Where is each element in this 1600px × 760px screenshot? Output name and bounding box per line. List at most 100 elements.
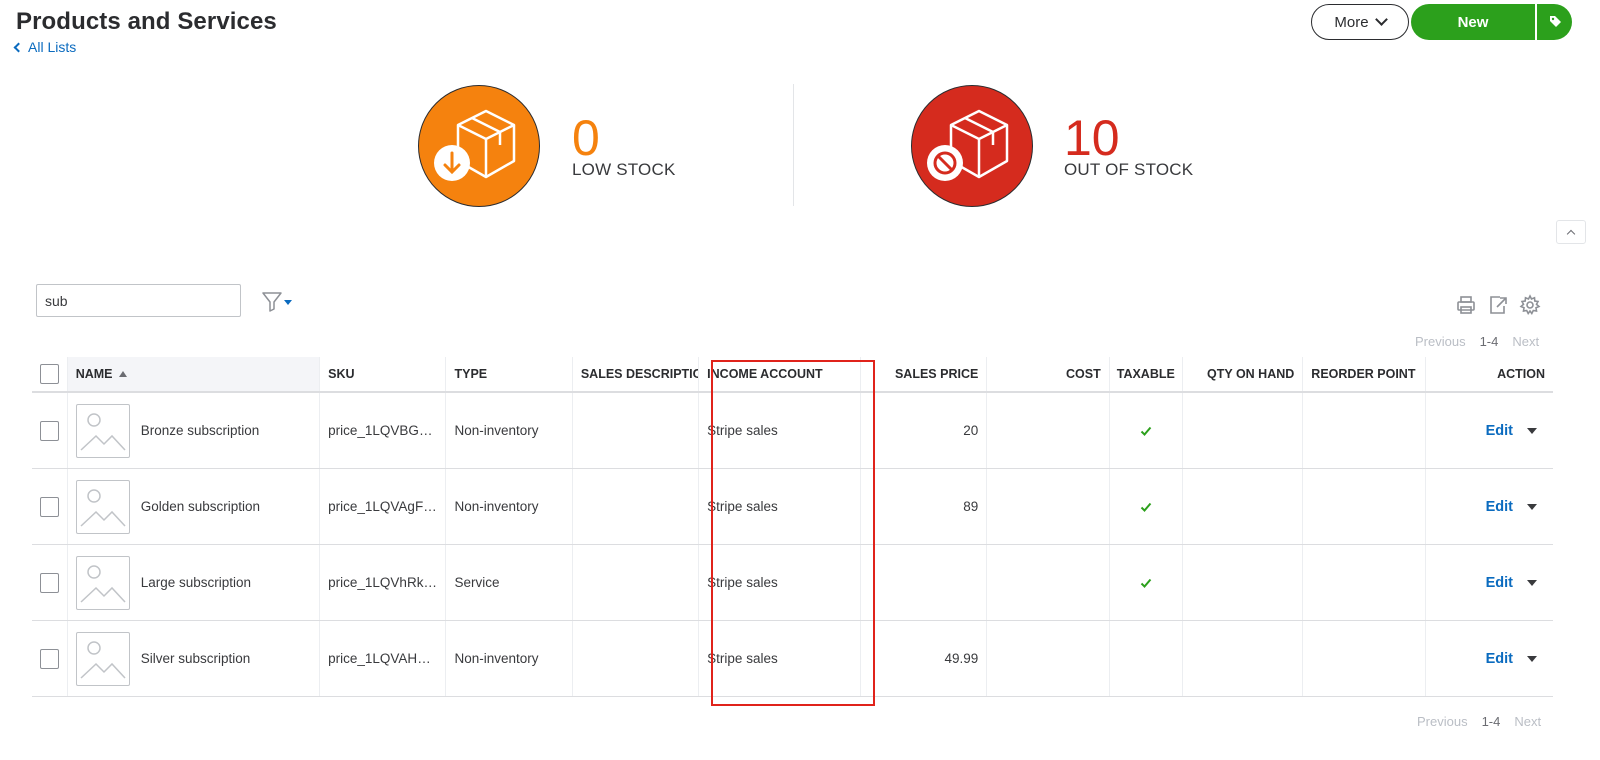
product-type: Non-inventory [446, 621, 573, 696]
tag-icon [1549, 16, 1561, 27]
table-row: Bronze subscription price_1LQVBGF… Non-inv… [32, 393, 1553, 469]
sort-ascending-icon [118, 371, 127, 377]
page-title: Products and Services [16, 8, 277, 35]
header-sales-description[interactable]: SALES DESCRIPTION [573, 357, 700, 391]
row-taxable-cell [1110, 469, 1183, 544]
more-button[interactable]: More [1311, 4, 1409, 40]
image-placeholder-icon[interactable] [75, 555, 130, 610]
edit-link[interactable]: Edit [1486, 499, 1513, 515]
table-row: Large subscription price_1LQVhRk… Service S… [32, 545, 1553, 621]
row-sku-cell: price_1LQVAgF… [320, 469, 447, 544]
new-button[interactable]: New [1411, 4, 1535, 40]
low-stock-circle[interactable] [418, 85, 540, 207]
product-sku: price_1LQVBGF… [328, 423, 438, 438]
top-pager-next[interactable]: Next [1512, 334, 1539, 349]
product-sku: price_1LQVAgF… [328, 499, 437, 514]
row-sku-cell: price_1LQVBGF… [320, 393, 447, 468]
row-action-cell: Edit [1426, 621, 1553, 696]
product-qty-on-hand [1183, 545, 1304, 620]
low-stock-label: LOW STOCK [572, 160, 676, 179]
caret-down-icon[interactable] [1527, 503, 1538, 510]
image-placeholder-icon[interactable] [75, 479, 130, 534]
product-name: Golden subscription [140, 499, 261, 514]
row-action-cell: Edit [1426, 545, 1553, 620]
gear-icon[interactable] [1519, 294, 1541, 316]
product-qty-on-hand [1183, 621, 1304, 696]
row-checkbox[interactable] [40, 648, 59, 669]
header-sku[interactable]: SKU [320, 357, 447, 391]
table-header: NAME SKU TYPE SALES DESCRIPTION INCOME A… [32, 357, 1553, 393]
new-split-button[interactable] [1535, 4, 1572, 40]
header-cost[interactable]: COST [987, 357, 1110, 391]
header-action: ACTION [1497, 367, 1546, 381]
edit-link[interactable]: Edit [1486, 651, 1513, 667]
top-pager-previous[interactable]: Previous [1415, 334, 1466, 349]
product-cost [987, 621, 1110, 696]
header-sales-price[interactable]: SALES PRICE [861, 357, 988, 391]
header-taxable[interactable]: TAXABLE [1110, 357, 1183, 391]
out-of-stock-circle[interactable] [911, 85, 1033, 207]
row-sku-cell: price_1LQVhRk… [320, 545, 447, 620]
select-all-checkbox[interactable] [40, 364, 59, 384]
chevron-down-icon [1374, 13, 1388, 26]
row-taxable-cell [1110, 545, 1183, 620]
product-sales-description [573, 545, 700, 620]
collapse-stats-button[interactable] [1556, 220, 1586, 244]
row-name-cell: Large subscription [68, 545, 321, 620]
product-reorder-point [1303, 393, 1426, 468]
search-input[interactable] [36, 284, 241, 317]
row-name-cell: Golden subscription [68, 469, 321, 544]
top-pager-range: 1-4 [1479, 334, 1499, 349]
product-name: Silver subscription [140, 651, 251, 666]
header-type[interactable]: TYPE [446, 357, 573, 391]
row-sku-cell: price_1LQVAHF… [320, 621, 447, 696]
row-checkbox[interactable] [40, 496, 59, 517]
filter-button[interactable] [261, 288, 297, 314]
header-qty-on-hand[interactable]: QTY ON HAND [1183, 357, 1304, 391]
top-pager: Previous 1-4 Next [1415, 334, 1539, 349]
row-checkbox[interactable] [40, 420, 59, 441]
check-icon [1140, 426, 1152, 436]
row-checkbox[interactable] [40, 572, 59, 593]
product-income-account: Stripe sales [699, 545, 861, 620]
product-qty-on-hand [1183, 393, 1304, 468]
box-download-icon [434, 109, 516, 181]
row-taxable-cell [1110, 393, 1183, 468]
caret-down-icon[interactable] [1527, 655, 1538, 662]
product-sales-price: 20 [861, 393, 988, 468]
bottom-pager-next[interactable]: Next [1514, 714, 1541, 729]
product-sales-description [573, 393, 700, 468]
product-reorder-point [1303, 621, 1426, 696]
caret-down-icon[interactable] [1527, 579, 1538, 586]
image-placeholder-icon[interactable] [75, 403, 130, 458]
edit-link[interactable]: Edit [1486, 575, 1513, 591]
caret-down-icon[interactable] [1527, 427, 1538, 434]
product-sales-description [573, 621, 700, 696]
bottom-pager-previous[interactable]: Previous [1417, 714, 1468, 729]
image-placeholder-icon[interactable] [75, 631, 130, 686]
edit-link[interactable]: Edit [1486, 423, 1513, 439]
print-icon[interactable] [1455, 294, 1477, 316]
row-select-cell [32, 469, 68, 544]
product-income-account: Stripe sales [699, 621, 861, 696]
product-sku: price_1LQVhRk… [328, 575, 437, 590]
product-name: Bronze subscription [140, 423, 260, 438]
stats-divider [793, 84, 794, 206]
header-name[interactable]: NAME [67, 357, 321, 391]
check-icon [1140, 578, 1152, 588]
export-icon[interactable] [1487, 294, 1509, 316]
new-button-group: New [1411, 4, 1572, 40]
bottom-pager-range: 1-4 [1481, 714, 1501, 729]
product-sales-description [573, 469, 700, 544]
check-icon [1140, 502, 1152, 512]
product-type: Non-inventory [446, 469, 573, 544]
header-reorder-point[interactable]: REORDER POINT [1303, 357, 1426, 391]
low-stock-count: 0 [572, 110, 600, 166]
all-lists-link[interactable]: All Lists [13, 39, 76, 55]
table-row: Silver subscription price_1LQVAHF… Non-inv… [32, 621, 1553, 697]
table-toolbar [1455, 294, 1541, 316]
header-income-account[interactable]: INCOME ACCOUNT [699, 357, 861, 391]
product-sales-price: 49.99 [861, 621, 988, 696]
filter-icon [262, 292, 292, 312]
product-cost [987, 469, 1110, 544]
